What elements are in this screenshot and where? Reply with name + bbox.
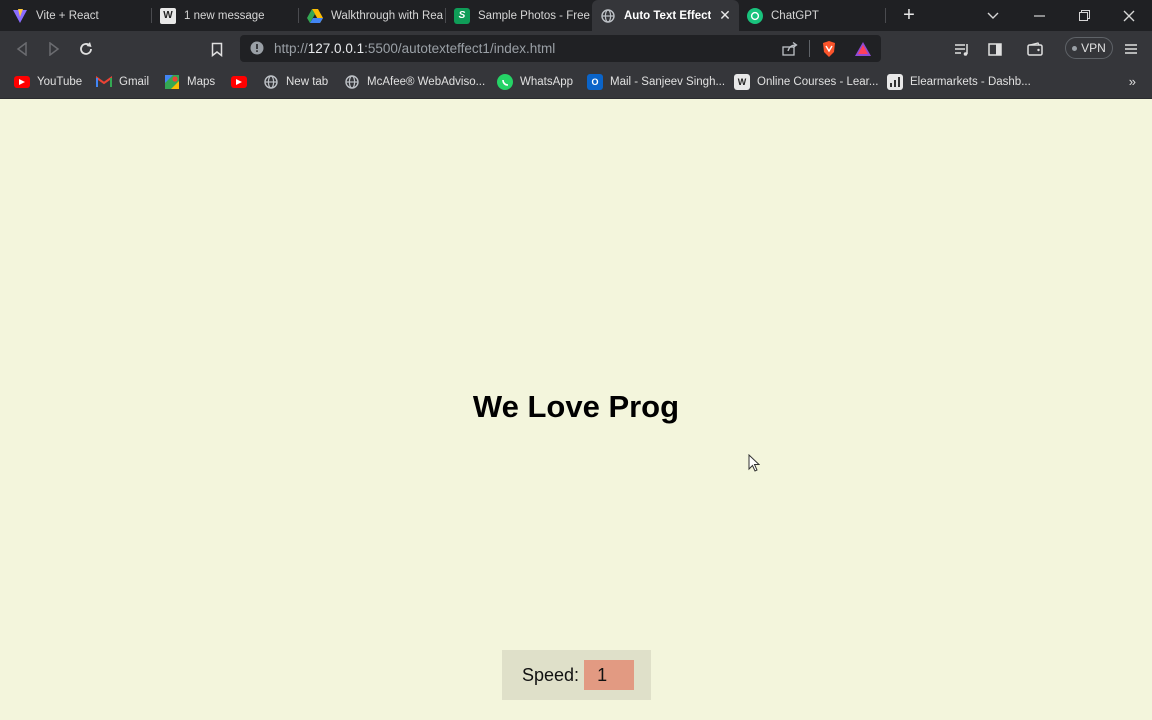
bookmark-whatsapp[interactable]: WhatsApp [497,72,573,92]
speed-label: Speed: [522,664,580,685]
sheets-icon: S [454,7,470,24]
bookmark-youtube-2[interactable] [231,72,254,92]
tab-sample-photos[interactable]: S Sample Photos - Free [446,0,592,31]
back-button[interactable] [10,37,34,61]
mouse-cursor-icon [748,453,761,477]
forward-button[interactable] [42,37,66,61]
youtube-icon [231,76,247,88]
globe-icon [600,8,616,24]
restore-button[interactable] [1061,0,1107,31]
close-window-button[interactable] [1106,0,1152,31]
wordpress-icon: W [160,7,176,24]
bookmark-mail[interactable]: O Mail - Sanjeev Singh... [587,72,725,92]
tab-auto-text-effect[interactable]: Auto Text Effect ✕ [592,0,739,31]
share-icon[interactable] [780,39,800,59]
page-viewport: We Love Prog Speed: [0,99,1152,720]
close-tab-icon[interactable]: ✕ [717,7,733,23]
url-text: http://127.0.0.1:5500/autotexteffect1/in… [274,41,556,56]
tab-chatgpt[interactable]: ChatGPT [739,0,885,31]
reload-button[interactable] [74,37,98,61]
globe-icon [263,74,279,90]
google-drive-icon [307,8,323,24]
vite-icon [12,8,28,24]
address-bar[interactable]: http://127.0.0.1:5500/autotexteffect1/in… [240,35,881,62]
tab-search-icon[interactable] [970,0,1016,31]
bookmark-elearnmarkets[interactable]: Elearmarkets - Dashb... [887,72,1031,92]
brave-rewards-icon[interactable] [853,39,873,59]
wallet-icon[interactable] [1023,37,1047,61]
playlist-icon[interactable] [950,37,974,61]
bookmark-icon[interactable] [205,37,229,61]
speed-input[interactable] [584,660,635,690]
new-tab-button[interactable]: + [898,4,920,26]
bookmark-online-courses[interactable]: W Online Courses - Lear... [734,72,878,92]
outlook-icon: O [587,74,603,90]
auto-text-headline: We Love Prog [472,389,680,424]
vpn-status-dot [1072,45,1078,51]
tab-walkthrough[interactable]: Walkthrough with Rea [299,0,445,31]
chatgpt-icon [747,7,763,24]
brave-shield-icon[interactable] [819,39,839,59]
browser-toolbar: http://127.0.0.1:5500/autotexteffect1/in… [0,31,1152,66]
sidebar-icon[interactable] [983,37,1007,61]
whatsapp-icon [497,74,513,90]
menu-icon[interactable] [1119,37,1143,61]
bookmark-maps[interactable]: Maps [164,72,215,92]
maps-icon [164,74,180,90]
elearnmarkets-icon [887,74,903,90]
globe-icon [344,74,360,90]
tab-new-message[interactable]: W 1 new message [152,0,298,31]
bookmark-gmail[interactable]: Gmail [96,72,149,92]
bookmark-mcafee[interactable]: McAfee® WebAdviso... [344,72,485,92]
vpn-button[interactable]: VPN [1065,37,1113,59]
bookmarks-bar: YouTube Gmail Maps New tab McAfee® WebAd… [0,66,1152,99]
gmail-icon [96,74,112,90]
youtube-icon [14,76,30,88]
speed-control: Speed: [502,650,651,700]
courses-icon: W [734,74,750,90]
site-info-icon[interactable] [250,41,264,55]
tab-vite-react[interactable]: Vite + React [0,0,150,31]
tab-strip: Vite + React W 1 new message Walkthrough… [0,0,1152,31]
bookmark-new-tab[interactable]: New tab [263,72,328,92]
minimize-button[interactable] [1016,0,1062,31]
more-bookmarks-icon[interactable]: » [1129,74,1136,89]
bookmark-youtube[interactable]: YouTube [14,72,82,92]
